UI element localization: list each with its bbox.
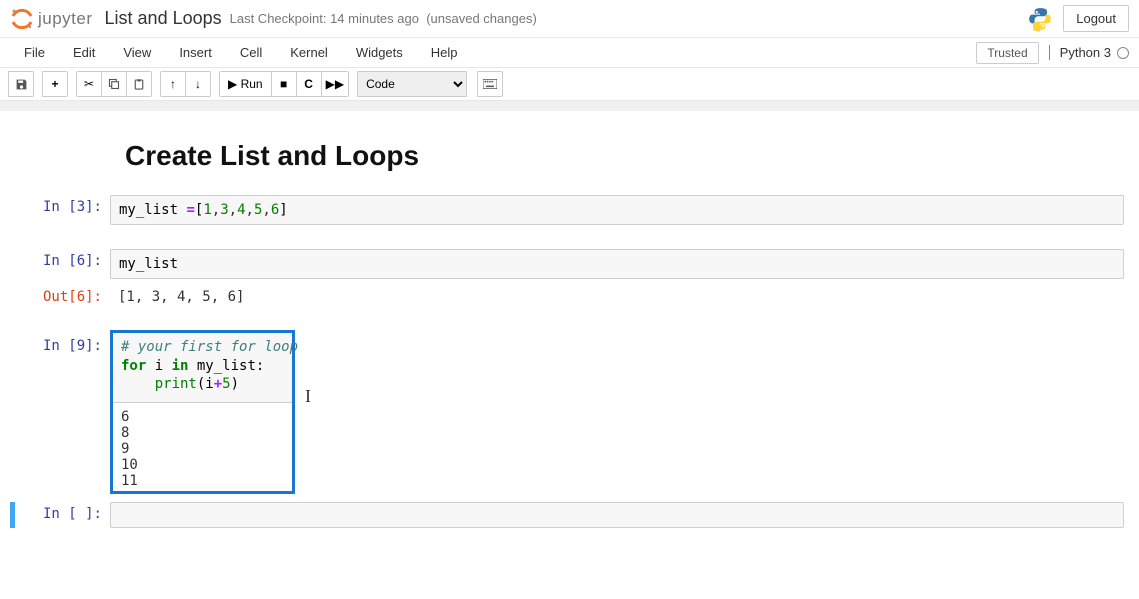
menu-insert[interactable]: Insert xyxy=(165,39,226,66)
cut-button[interactable]: ✂ xyxy=(76,71,102,97)
code-input[interactable]: my_list =[1,3,4,5,6] xyxy=(110,195,1124,225)
code-input[interactable]: # your first for loop for i in my_list: … xyxy=(113,333,292,403)
arrow-down-icon: ↓ xyxy=(195,77,201,91)
save-icon xyxy=(15,78,28,91)
menu-cell[interactable]: Cell xyxy=(226,39,276,66)
in-prompt: In [3]: xyxy=(0,195,110,225)
jupyter-icon xyxy=(10,7,34,31)
out-prompt: Out[6]: xyxy=(0,285,110,309)
in-prompt: In [6]: xyxy=(0,249,110,279)
in-prompt: In [9]: xyxy=(0,334,110,354)
interrupt-button[interactable]: ■ xyxy=(271,71,297,97)
code-cell-2-output: Out[6]: [1, 3, 4, 5, 6] xyxy=(0,282,1139,312)
kernel-idle-icon xyxy=(1117,47,1129,59)
play-icon: ▶ xyxy=(228,77,237,91)
menu-file[interactable]: File xyxy=(10,39,59,66)
paste-button[interactable] xyxy=(126,71,152,97)
paste-icon xyxy=(133,78,145,91)
jupyter-logo[interactable]: jupyter xyxy=(10,7,93,31)
logo-text: jupyter xyxy=(38,9,93,29)
save-button[interactable] xyxy=(8,71,34,97)
kernel-indicator[interactable]: Python 3 xyxy=(1049,45,1129,60)
menu-help[interactable]: Help xyxy=(417,39,472,66)
restart-run-all-button[interactable]: ▶▶ xyxy=(321,71,349,97)
text-cursor-icon: I xyxy=(305,386,311,407)
notebook-title[interactable]: List and Loops xyxy=(105,8,222,29)
logout-button[interactable]: Logout xyxy=(1063,5,1129,32)
code-cell-2[interactable]: In [6]: my_list xyxy=(0,246,1139,282)
code-input[interactable]: my_list xyxy=(110,249,1124,279)
command-palette-button[interactable] xyxy=(477,71,503,97)
fast-forward-icon: ▶▶ xyxy=(326,77,344,91)
output-text: [1, 3, 4, 5, 6] xyxy=(110,285,1124,309)
output-text: 6 8 9 10 11 xyxy=(113,403,292,491)
code-cell-1[interactable]: In [3]: my_list =[1,3,4,5,6] xyxy=(0,192,1139,228)
copy-icon xyxy=(108,78,120,90)
code-cell-4-selected[interactable]: In [ ]: xyxy=(10,502,1124,528)
markdown-cell[interactable]: Create List and Loops xyxy=(110,136,1139,192)
kernel-name: Python 3 xyxy=(1060,45,1111,60)
menubar: File Edit View Insert Cell Kernel Widget… xyxy=(0,38,1139,68)
copy-button[interactable] xyxy=(101,71,127,97)
page-title: Create List and Loops xyxy=(125,140,1124,172)
toolbar: + ✂ ↑ ↓ ▶ Run ■ C ▶▶ Code xyxy=(0,68,1139,101)
move-up-button[interactable]: ↑ xyxy=(160,71,186,97)
refresh-icon: C xyxy=(304,77,313,91)
toolbar-separator xyxy=(0,101,1139,111)
move-down-button[interactable]: ↓ xyxy=(185,71,211,97)
plus-icon: + xyxy=(51,77,58,91)
scissors-icon: ✂ xyxy=(84,77,94,91)
arrow-up-icon: ↑ xyxy=(170,77,176,91)
in-prompt: In [ ]: xyxy=(15,502,110,528)
menu-kernel[interactable]: Kernel xyxy=(276,39,342,66)
cell-type-select[interactable]: Code xyxy=(357,71,467,97)
restart-button[interactable]: C xyxy=(296,71,322,97)
add-cell-button[interactable]: + xyxy=(42,71,68,97)
keyboard-icon xyxy=(483,79,497,89)
checkpoint-text: Last Checkpoint: 14 minutes ago (unsaved… xyxy=(230,11,537,26)
run-button[interactable]: ▶ Run xyxy=(219,71,272,97)
code-cell-3[interactable]: In [9]: # your first for loop for i in m… xyxy=(0,330,1139,494)
stop-icon: ■ xyxy=(280,77,287,91)
header: jupyter List and Loops Last Checkpoint: … xyxy=(0,0,1139,38)
menu-view[interactable]: View xyxy=(109,39,165,66)
python-icon xyxy=(1027,6,1053,32)
menu-widgets[interactable]: Widgets xyxy=(342,39,417,66)
menu-edit[interactable]: Edit xyxy=(59,39,109,66)
notebook-area: Create List and Loops In [3]: my_list =[… xyxy=(0,111,1139,538)
highlight-box: # your first for loop for i in my_list: … xyxy=(110,330,295,494)
trusted-button[interactable]: Trusted xyxy=(976,42,1038,64)
code-input[interactable] xyxy=(110,502,1124,528)
